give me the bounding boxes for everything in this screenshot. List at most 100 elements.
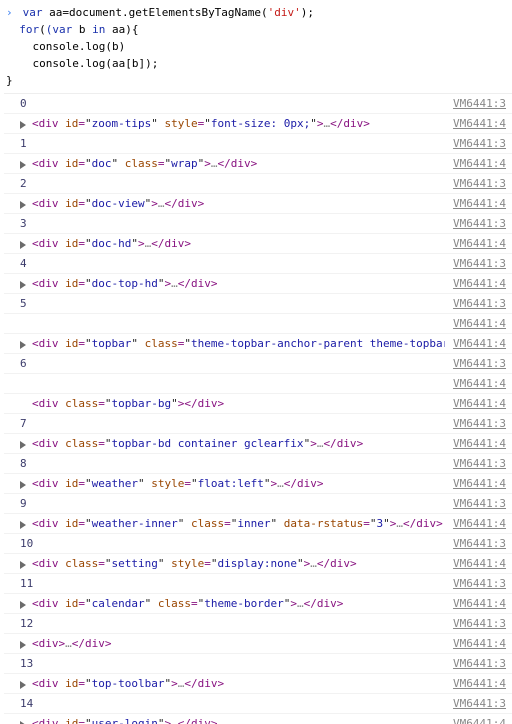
source-link[interactable]: VM6441:4 <box>453 315 506 332</box>
log-content: 2 <box>20 175 453 192</box>
disclosure-triangle-icon[interactable] <box>20 201 26 209</box>
source-link[interactable]: VM6441:3 <box>453 355 506 372</box>
disclosure-triangle-icon[interactable] <box>20 521 26 529</box>
source-link[interactable]: VM6441:4 <box>453 595 506 612</box>
source-link[interactable]: VM6441:3 <box>453 135 506 152</box>
element-preview[interactable]: <div id="weather" style="float:left">…</… <box>32 475 323 492</box>
source-link[interactable]: VM6441:3 <box>453 575 506 592</box>
log-index-value: 2 <box>20 175 27 192</box>
log-index-value: 0 <box>20 95 27 112</box>
source-link[interactable]: VM6441:3 <box>453 175 506 192</box>
source-link[interactable]: VM6441:3 <box>453 495 506 512</box>
log-content: 9 <box>20 495 453 512</box>
log-index-value: 4 <box>20 255 27 272</box>
source-link[interactable]: VM6441:4 <box>453 675 506 692</box>
console-log-index: 11VM6441:3 <box>4 574 512 594</box>
element-preview[interactable]: <div>…</div> <box>32 635 112 652</box>
source-link[interactable]: VM6441:3 <box>453 455 506 472</box>
console-log-index: 0 VM6441:3 <box>4 94 512 114</box>
console-log-index: 2 VM6441:3 <box>4 174 512 194</box>
disclosure-triangle-icon[interactable] <box>20 681 26 689</box>
console-log-element[interactable]: <div id="top-toolbar">…</div> VM6441:4 <box>4 674 512 694</box>
source-link[interactable]: VM6441:4 <box>453 375 506 392</box>
console-log-source-extra: VM6441:4 <box>4 374 512 394</box>
log-index-value: 14 <box>20 695 33 712</box>
log-index-value: 1 <box>20 135 27 152</box>
element-preview[interactable]: <div id="doc-view">…</div> <box>32 195 204 212</box>
source-link[interactable]: VM6441:4 <box>453 435 506 452</box>
log-content: 6 <box>20 355 453 372</box>
log-index-value: 5 <box>20 295 27 312</box>
element-preview[interactable]: <div class="topbar-bd container gclearfi… <box>32 435 363 452</box>
disclosure-triangle-icon[interactable] <box>20 161 26 169</box>
source-link[interactable]: VM6441:3 <box>453 535 506 552</box>
console-log-element[interactable]: <div id="weather-inner" class="inner" da… <box>4 514 512 534</box>
element-preview[interactable]: <div id="zoom-tips" style="font-size: 0p… <box>32 115 370 132</box>
disclosure-triangle-icon[interactable] <box>20 561 26 569</box>
disclosure-triangle-icon[interactable] <box>20 121 26 129</box>
console-log-element[interactable]: <div id="doc-hd">…</div> VM6441:4 <box>4 234 512 254</box>
source-link[interactable]: VM6441:3 <box>453 215 506 232</box>
source-link[interactable]: VM6441:3 <box>453 95 506 112</box>
source-link[interactable]: VM6441:3 <box>453 655 506 672</box>
source-link[interactable]: VM6441:3 <box>453 255 506 272</box>
console-log-element[interactable]: <div id="doc-view">…</div> VM6441:4 <box>4 194 512 214</box>
console-log-index: 5 VM6441:3 <box>4 294 512 314</box>
console-log-element[interactable]: <div class="topbar-bg"></div> VM6441:4 <box>4 394 512 414</box>
disclosure-triangle-icon[interactable] <box>20 281 26 289</box>
source-link[interactable]: VM6441:4 <box>453 155 506 172</box>
element-preview[interactable]: <div id="doc-hd">…</div> <box>32 235 191 252</box>
element-preview[interactable]: <div class="topbar-bg"></div> <box>32 395 224 412</box>
log-content: <div id="topbar" class="theme-topbar-anc… <box>20 335 453 352</box>
source-link[interactable]: VM6441:4 <box>453 275 506 292</box>
console-log-element[interactable]: <div id="doc" class="wrap">…</div> VM6441… <box>4 154 512 174</box>
source-link[interactable]: VM6441:4 <box>453 515 506 532</box>
log-content: <div id="top-toolbar">…</div> <box>20 675 453 692</box>
element-preview[interactable]: <div id="top-toolbar">…</div> <box>32 675 224 692</box>
element-preview[interactable]: <div class="setting" style="display:none… <box>32 555 357 572</box>
source-link[interactable]: VM6441:4 <box>453 715 506 724</box>
element-preview[interactable]: <div id="weather-inner" class="inner" da… <box>32 515 443 532</box>
log-content: 8 <box>20 455 453 472</box>
source-link[interactable]: VM6441:4 <box>453 475 506 492</box>
source-link[interactable]: VM6441:3 <box>453 615 506 632</box>
source-link[interactable]: VM6441:4 <box>453 195 506 212</box>
source-link[interactable]: VM6441:3 <box>453 695 506 712</box>
console-scroll-area[interactable]: › var aa=document.getElementsByTagName('… <box>0 0 512 724</box>
log-content: <div class="topbar-bg"></div> <box>20 395 453 412</box>
element-preview[interactable]: <div id="calendar" class="theme-border">… <box>32 595 343 612</box>
console-log-index: 12VM6441:3 <box>4 614 512 634</box>
console-log-element[interactable]: <div id="zoom-tips" style="font-size: 0p… <box>4 114 512 134</box>
console-input-line-4: console.log(aa[b]); <box>6 55 508 72</box>
source-link[interactable]: VM6441:4 <box>453 555 506 572</box>
source-link[interactable]: VM6441:3 <box>453 415 506 432</box>
disclosure-triangle-icon[interactable] <box>20 341 26 349</box>
element-preview[interactable]: <div id="topbar" class="theme-topbar-anc… <box>32 335 445 352</box>
log-content: <div>…</div> <box>20 635 453 652</box>
source-link[interactable]: VM6441:4 <box>453 235 506 252</box>
disclosure-triangle-icon[interactable] <box>20 441 26 449</box>
console-log-element[interactable]: <div>…</div> VM6441:4 <box>4 634 512 654</box>
source-link[interactable]: VM6441:4 <box>453 635 506 652</box>
log-content: 5 <box>20 295 453 312</box>
console-log-element[interactable]: <div id="calendar" class="theme-border">… <box>4 594 512 614</box>
console-log-element[interactable]: <div id="topbar" class="theme-topbar-anc… <box>4 334 512 354</box>
element-preview[interactable]: <div id="user-login">…</div> <box>32 715 217 724</box>
disclosure-triangle-icon[interactable] <box>20 641 26 649</box>
console-input-line-1: › var aa=document.getElementsByTagName('… <box>6 4 508 21</box>
console-log-element[interactable]: <div class="topbar-bd container gclearfi… <box>4 434 512 454</box>
source-link[interactable]: VM6441:4 <box>453 395 506 412</box>
console-log-element[interactable]: <div id="user-login">…</div> VM6441:4 <box>4 714 512 724</box>
console-log-index: 9VM6441:3 <box>4 494 512 514</box>
disclosure-triangle-icon[interactable] <box>20 481 26 489</box>
source-link[interactable]: VM6441:4 <box>453 115 506 132</box>
console-log-element[interactable]: <div class="setting" style="display:none… <box>4 554 512 574</box>
disclosure-triangle-icon[interactable] <box>20 241 26 249</box>
console-log-element[interactable]: <div id="weather" style="float:left">…</… <box>4 474 512 494</box>
element-preview[interactable]: <div id="doc-top-hd">…</div> <box>32 275 217 292</box>
console-log-element[interactable]: <div id="doc-top-hd">…</div> VM6441:4 <box>4 274 512 294</box>
disclosure-triangle-icon[interactable] <box>20 601 26 609</box>
element-preview[interactable]: <div id="doc" class="wrap">…</div> <box>32 155 257 172</box>
source-link[interactable]: VM6441:4 <box>453 335 506 352</box>
source-link[interactable]: VM6441:3 <box>453 295 506 312</box>
